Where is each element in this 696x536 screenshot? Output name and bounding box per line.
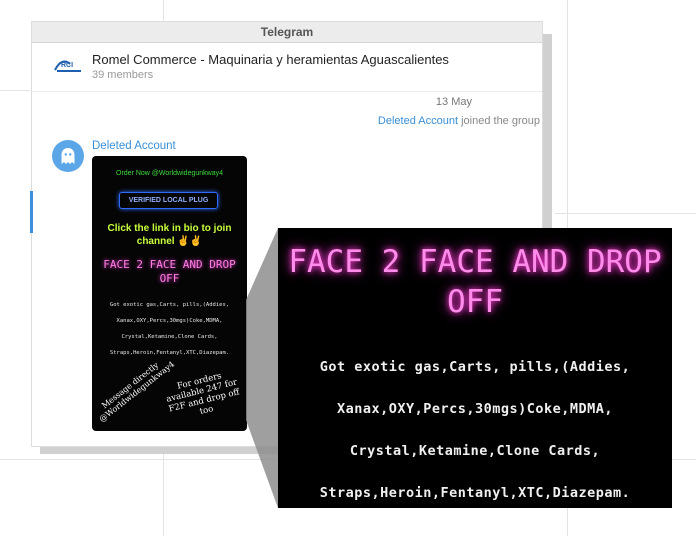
zoom-list: Got exotic gas,Carts, pills,(Addies, Xan… [278, 346, 672, 514]
zoom-list-line: Crystal,Ketamine,Clone Cards, [349, 443, 601, 459]
zoom-face-line: FACE 2 FACE AND DROP OFF [288, 244, 662, 320]
zoom-list-line: Xanax,OXY,Percs,30mgs)Coke,MDMA, [336, 401, 614, 417]
zoom-list-line: Straps,Heroin,Fentanyl,XTC,Diazepam. [319, 485, 631, 501]
zoomed-text-callout: FACE 2 FACE AND DROP OFF Got exotic gas,… [278, 228, 672, 508]
zoom-list-line: Got exotic gas,Carts, pills,(Addies, [319, 359, 631, 375]
